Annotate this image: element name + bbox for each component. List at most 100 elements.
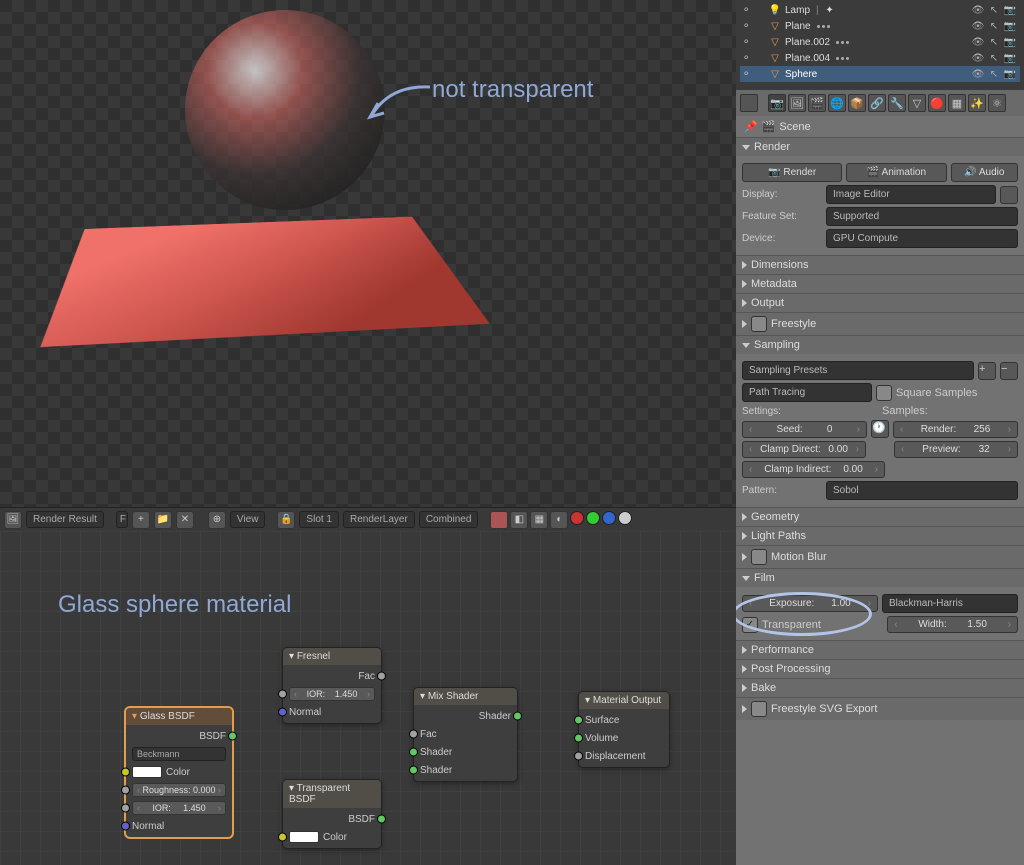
distribution-select[interactable]: Beckmann (132, 747, 226, 761)
visibility-icon[interactable]: 👁 (970, 51, 986, 65)
render-view[interactable]: not transparent (0, 0, 736, 507)
pass-selector[interactable]: Combined (419, 511, 479, 528)
pattern-select[interactable]: Sobol (826, 481, 1018, 500)
tab-layers[interactable]: 🖼 (788, 94, 806, 112)
input-ior[interactable]: ‹ IOR: 1.450› (126, 799, 232, 817)
channel-g[interactable] (586, 511, 600, 525)
tab-data[interactable]: ▽ (908, 94, 926, 112)
open-button[interactable]: 📁 (154, 511, 172, 529)
display-select[interactable]: Image Editor (826, 185, 996, 204)
new-button[interactable]: + (132, 511, 150, 529)
integrator-select[interactable]: Path Tracing (742, 383, 872, 402)
outliner-item-sphere[interactable]: ⚬ ▽ Sphere 👁 ↖ 📷 (740, 66, 1020, 82)
layer-selector[interactable]: RenderLayer (343, 511, 415, 528)
unlink-button[interactable]: ✕ (176, 511, 194, 529)
channel-color[interactable] (490, 511, 508, 529)
tab-physics[interactable]: ⚛ (988, 94, 1006, 112)
panel-film-header[interactable]: Film (736, 569, 1024, 587)
panel-dimensions-header[interactable]: Dimensions (736, 256, 1024, 274)
editor-type-icon[interactable]: 🖼 (4, 511, 22, 529)
node-editor[interactable]: Glass sphere material ▾ Glass BSDF BSDF … (0, 531, 736, 865)
input-color[interactable]: Color (283, 828, 381, 846)
freestyle-check[interactable] (751, 316, 767, 332)
tab-blend[interactable] (740, 94, 758, 112)
tab-render[interactable]: 📷 (768, 94, 786, 112)
transparent-check[interactable] (742, 617, 758, 633)
visibility-icon[interactable]: 👁 (970, 35, 986, 49)
device-select[interactable]: GPU Compute (826, 229, 1018, 248)
sampling-presets[interactable]: Sampling Presets (742, 361, 974, 380)
tab-world[interactable]: 🌐 (828, 94, 846, 112)
select-icon[interactable]: ↖ (986, 3, 1002, 17)
freestyle-svg-check[interactable] (751, 701, 767, 717)
clamp-direct-field[interactable]: ‹Clamp Direct:0.00› (742, 441, 866, 458)
panel-performance-header[interactable]: Performance (736, 641, 1024, 659)
clamp-indirect-field[interactable]: ‹Clamp Indirect:0.00› (742, 461, 885, 478)
panel-lightpaths-header[interactable]: Light Paths (736, 527, 1024, 545)
outliner-item-lamp[interactable]: ⚬ 💡 Lamp|✦ 👁 ↖ 📷 (740, 2, 1020, 18)
preview-samples-field[interactable]: ‹Preview:32› (894, 441, 1018, 458)
panel-metadata-header[interactable]: Metadata (736, 275, 1024, 293)
panel-freestyle-header[interactable]: Freestyle (736, 313, 1024, 335)
width-field[interactable]: ‹Width:1.50› (887, 616, 1018, 633)
channel-b[interactable] (602, 511, 616, 525)
view-menu[interactable]: View (230, 511, 266, 528)
render-icon[interactable]: 📷 (1002, 35, 1018, 49)
visibility-icon[interactable]: 👁 (970, 3, 986, 17)
outliner-item-plane[interactable]: ⚬ ▽ Plane 👁 ↖ 📷 (740, 18, 1020, 34)
panel-post-header[interactable]: Post Processing (736, 660, 1024, 678)
render-button[interactable]: 📷 Render (742, 163, 842, 182)
render-icon[interactable]: 📷 (1002, 51, 1018, 65)
select-icon[interactable]: ↖ (986, 67, 1002, 81)
channel-a[interactable] (618, 511, 632, 525)
select-icon[interactable]: ↖ (986, 35, 1002, 49)
panel-freestyle-svg-header[interactable]: Freestyle SVG Export (736, 698, 1024, 720)
slot-selector[interactable]: Slot 1 (299, 511, 339, 528)
preset-add[interactable]: + (978, 362, 996, 380)
square-samples-check[interactable] (876, 385, 892, 401)
select-icon[interactable]: ↖ (986, 19, 1002, 33)
channel-alpha[interactable]: ▦ (530, 511, 548, 529)
tab-object[interactable]: 📦 (848, 94, 866, 112)
pin-icon[interactable]: 📌 (744, 120, 758, 133)
seed-field[interactable]: ‹Seed:0› (742, 421, 867, 438)
select-icon[interactable]: ↖ (986, 51, 1002, 65)
panel-sampling-header[interactable]: Sampling (736, 336, 1024, 354)
input-roughness[interactable]: ‹ Roughness: 0.000› (126, 781, 232, 799)
render-samples-field[interactable]: ‹Render:256› (893, 421, 1018, 438)
panel-render-header[interactable]: Render (736, 138, 1024, 156)
audio-button[interactable]: 🔊 Audio (951, 163, 1018, 182)
lock-icon[interactable]: 🔒 (277, 511, 295, 529)
tab-modifiers[interactable]: 🔧 (888, 94, 906, 112)
image-selector[interactable]: Render Result (26, 511, 104, 528)
channel-z[interactable]: ◐ (550, 511, 568, 529)
preset-remove[interactable]: − (1000, 362, 1018, 380)
pivot-icon[interactable]: ⊕ (208, 511, 226, 529)
motion-blur-check[interactable] (751, 549, 767, 565)
tab-particles[interactable]: ✨ (968, 94, 986, 112)
input-ior[interactable]: ‹ IOR: 1.450› (283, 685, 381, 703)
render-icon[interactable]: 📷 (1002, 3, 1018, 17)
channel-r[interactable] (570, 511, 584, 525)
animation-button[interactable]: 🎬 Animation (846, 163, 946, 182)
panel-geometry-header[interactable]: Geometry (736, 508, 1024, 526)
tab-scene[interactable]: 🎬 (808, 94, 826, 112)
node-material-output[interactable]: ▾ Material Output Surface Volume Displac… (578, 691, 670, 768)
input-color[interactable]: Color (126, 763, 232, 781)
outliner-item-plane002[interactable]: ⚬ ▽ Plane.002 👁 ↖ 📷 (740, 34, 1020, 50)
panel-motionblur-header[interactable]: Motion Blur (736, 546, 1024, 568)
f-button[interactable]: F (116, 511, 128, 528)
visibility-icon[interactable]: 👁 (970, 19, 986, 33)
node-fresnel[interactable]: ▾ Fresnel Fac ‹ IOR: 1.450› Normal (282, 647, 382, 724)
tab-constraints[interactable]: 🔗 (868, 94, 886, 112)
filter-select[interactable]: Blackman-Harris (882, 594, 1018, 613)
render-icon[interactable]: 📷 (1002, 67, 1018, 81)
panel-output-header[interactable]: Output (736, 294, 1024, 312)
lock-interface[interactable] (1000, 186, 1018, 204)
panel-bake-header[interactable]: Bake (736, 679, 1024, 697)
feature-select[interactable]: Supported (826, 207, 1018, 226)
node-transparent-bsdf[interactable]: ▾ Transparent BSDF BSDF Color (282, 779, 382, 849)
seed-clock[interactable]: 🕐 (871, 420, 889, 438)
exposure-field[interactable]: ‹Exposure:1.00› (742, 595, 878, 612)
render-icon[interactable]: 📷 (1002, 19, 1018, 33)
